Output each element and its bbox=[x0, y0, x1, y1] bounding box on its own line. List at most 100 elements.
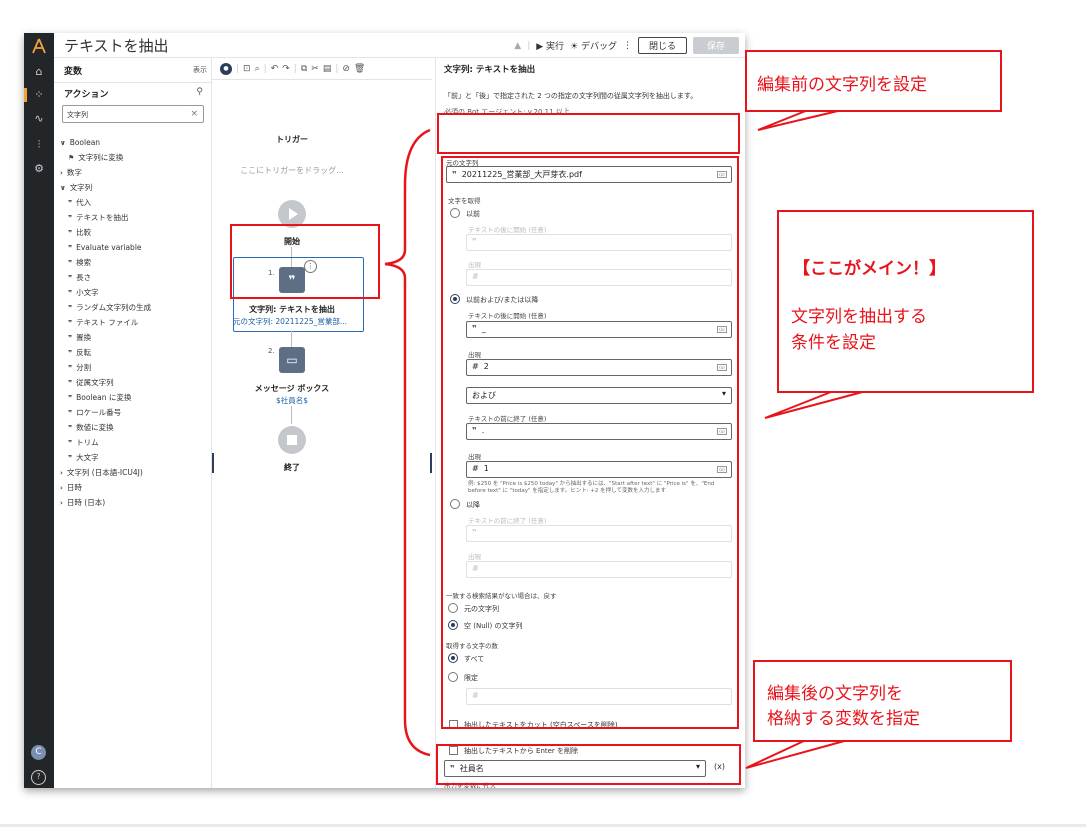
message-box-node-icon[interactable]: ▭ bbox=[279, 347, 305, 373]
tree-item[interactable]: ❞ 置換 bbox=[60, 330, 210, 345]
tree-item[interactable]: ❞ 比較 bbox=[60, 225, 210, 240]
show-variables-link[interactable]: 表示 bbox=[193, 65, 207, 75]
tree-label: 大文字 bbox=[76, 453, 99, 462]
zoom-fit-icon[interactable]: ⊡ bbox=[243, 64, 251, 74]
settings-gear-icon[interactable]: ⚙ bbox=[31, 161, 47, 177]
quote-icon: ❞ bbox=[68, 409, 73, 417]
record-icon[interactable]: ● bbox=[220, 62, 232, 75]
quote-icon: ❞ bbox=[68, 274, 73, 282]
tree-item[interactable]: ❞ テキスト ファイル bbox=[60, 315, 210, 330]
disable-icon[interactable]: ⊘ bbox=[342, 64, 350, 74]
tree-label: 反転 bbox=[76, 348, 92, 357]
callout-output-line1: 編集後の文字列を bbox=[767, 684, 903, 704]
tree-item[interactable]: ❞ 小文字 bbox=[60, 285, 210, 300]
quote-icon: ❞ bbox=[68, 334, 73, 342]
node2-label[interactable]: メッセージ ボックス bbox=[212, 383, 372, 394]
bots-icon[interactable]: ⁘ bbox=[31, 87, 47, 103]
debug-button[interactable]: ☀ デバッグ bbox=[570, 39, 617, 52]
trigger-drop-zone[interactable]: ここにトリガーをドラッグ... bbox=[212, 165, 372, 176]
clear-search-icon[interactable]: × bbox=[190, 109, 198, 119]
tree-item[interactable]: ❞ ロケール番号 bbox=[60, 405, 210, 420]
run-button[interactable]: ▶ 実行 bbox=[536, 39, 564, 52]
copy-icon[interactable]: ⧉ bbox=[301, 64, 307, 74]
chevron-right-icon: › bbox=[60, 499, 63, 507]
action-tree: ∨ Boolean ⚑ 文字列に変換 › 数字 ∨ 文字列 ❞ 代入 ❞ テキストを抽出 ❞ 比較 ❞ Eva… bbox=[60, 135, 210, 510]
tree-item[interactable]: ❞ 従属文字列 bbox=[60, 375, 210, 390]
callout-main-title: 【ここがメイン！】 bbox=[793, 259, 946, 279]
undo-icon[interactable]: ↶ bbox=[271, 64, 279, 74]
tree-group[interactable]: › 日時 bbox=[60, 480, 210, 495]
quote-icon: ❞ bbox=[68, 259, 73, 267]
redo-icon[interactable]: ↷ bbox=[282, 64, 290, 74]
tree-item[interactable]: ❞ 反転 bbox=[60, 345, 210, 360]
delete-icon[interactable]: 🗑 bbox=[354, 64, 365, 74]
manage-icon[interactable]: ⫶ bbox=[31, 137, 47, 153]
tree-item[interactable]: ❞ ランダム文字列の生成 bbox=[60, 300, 210, 315]
node1-label[interactable]: 文字列: テキストを抽出 bbox=[212, 304, 372, 315]
more-menu-icon[interactable]: ⋮ bbox=[623, 41, 632, 51]
canvas-toolbar: ● | ⊡ ⌕ | ↶ ↷ | ⧉ ✂ ▤ | ⊘ 🗑 bbox=[212, 58, 432, 80]
quote-icon: ❞ bbox=[68, 394, 73, 402]
node-number: 2. bbox=[268, 347, 275, 355]
action-description: 「前」と「後」で指定された 2 つの指定の文字列間の従属文字列を抽出します。 bbox=[444, 92, 698, 100]
chevron-down-icon: ∨ bbox=[60, 139, 66, 147]
tree-label: ロケール番号 bbox=[76, 408, 122, 417]
pin-icon[interactable]: ⚲ bbox=[196, 87, 203, 97]
splitter-handle[interactable] bbox=[212, 453, 214, 473]
tree-group[interactable]: ∨ Boolean bbox=[60, 135, 210, 150]
tree-label: 数値に変換 bbox=[76, 423, 114, 432]
tree-group[interactable]: › 日時 (日本) bbox=[60, 495, 210, 510]
splitter-handle[interactable] bbox=[430, 453, 432, 473]
highlight-conditions bbox=[441, 156, 739, 729]
tree-group[interactable]: ∨ 文字列 bbox=[60, 180, 210, 195]
close-button[interactable]: 閉じる bbox=[637, 37, 687, 54]
callout-main: 【ここがメイン！】 文字列を抽出する 条件を設定 bbox=[777, 210, 1034, 393]
tree-item[interactable]: ❞ Evaluate variable bbox=[60, 240, 210, 255]
tree-item[interactable]: ❞ Boolean に変換 bbox=[60, 390, 210, 405]
quote-icon: ❞ bbox=[68, 289, 73, 297]
tree-item[interactable]: ❞ 長さ bbox=[60, 270, 210, 285]
paste-icon[interactable]: ▤ bbox=[323, 64, 332, 74]
callout-source: 編集前の文字列を設定 bbox=[745, 50, 1002, 112]
tree-item[interactable]: ⚑ 文字列に変換 bbox=[60, 150, 210, 165]
tree-item[interactable]: ❞ 数値に変換 bbox=[60, 420, 210, 435]
help-icon[interactable]: ? bbox=[31, 770, 46, 785]
end-node-icon[interactable] bbox=[278, 426, 306, 454]
tree-item[interactable]: ❞ 分割 bbox=[60, 360, 210, 375]
flow-canvas: ● | ⊡ ⌕ | ↶ ↷ | ⧉ ✂ ▤ | ⊘ 🗑 トリガー ここにトリガー… bbox=[212, 58, 432, 788]
variables-heading: 変数 bbox=[64, 67, 83, 77]
tree-item[interactable]: ❞ テキストを抽出 bbox=[60, 210, 210, 225]
tree-item[interactable]: ❞ トリム bbox=[60, 435, 210, 450]
search-icon[interactable]: ⌕ bbox=[255, 64, 260, 74]
quote-icon: ❞ bbox=[68, 214, 73, 222]
properties-title: 文字列: テキストを抽出 bbox=[444, 65, 536, 75]
callout-output: 編集後の文字列を 格納する変数を指定 bbox=[753, 660, 1012, 742]
tree-label: 日時 bbox=[66, 483, 82, 492]
warning-icon: ▲ bbox=[514, 40, 522, 51]
tree-group[interactable]: › 数字 bbox=[60, 165, 210, 180]
quote-icon: ❞ bbox=[68, 199, 73, 207]
tree-label: 文字列 bbox=[69, 183, 93, 192]
activity-icon[interactable]: ∿ bbox=[31, 111, 47, 127]
divider bbox=[54, 82, 212, 83]
tree-label: 置換 bbox=[76, 333, 92, 342]
home-icon[interactable]: ⌂ bbox=[31, 64, 47, 80]
action-search-input[interactable]: 文字列 × bbox=[62, 105, 204, 123]
tree-label: テキスト ファイル bbox=[76, 318, 139, 327]
quote-icon: ❞ bbox=[68, 304, 73, 312]
highlight-node bbox=[230, 224, 380, 299]
save-button[interactable]: 保存 bbox=[692, 37, 739, 54]
tree-label: 文字列に変換 bbox=[78, 153, 124, 162]
bot-title: テキストを抽出 bbox=[64, 37, 169, 55]
user-avatar[interactable]: C bbox=[31, 745, 46, 760]
tree-group[interactable]: › 文字列 (日本語-ICU4J) bbox=[60, 465, 210, 480]
tree-item[interactable]: ❞ 大文字 bbox=[60, 450, 210, 465]
tree-label: 従属文字列 bbox=[76, 378, 114, 387]
cut-icon[interactable]: ✂ bbox=[311, 64, 319, 74]
tree-item[interactable]: ❞ 代入 bbox=[60, 195, 210, 210]
tree-item[interactable]: ❞ 検索 bbox=[60, 255, 210, 270]
connector bbox=[291, 406, 292, 424]
tree-label: 長さ bbox=[76, 273, 92, 282]
search-value: 文字列 bbox=[67, 111, 88, 119]
tree-label: トリム bbox=[76, 438, 99, 447]
